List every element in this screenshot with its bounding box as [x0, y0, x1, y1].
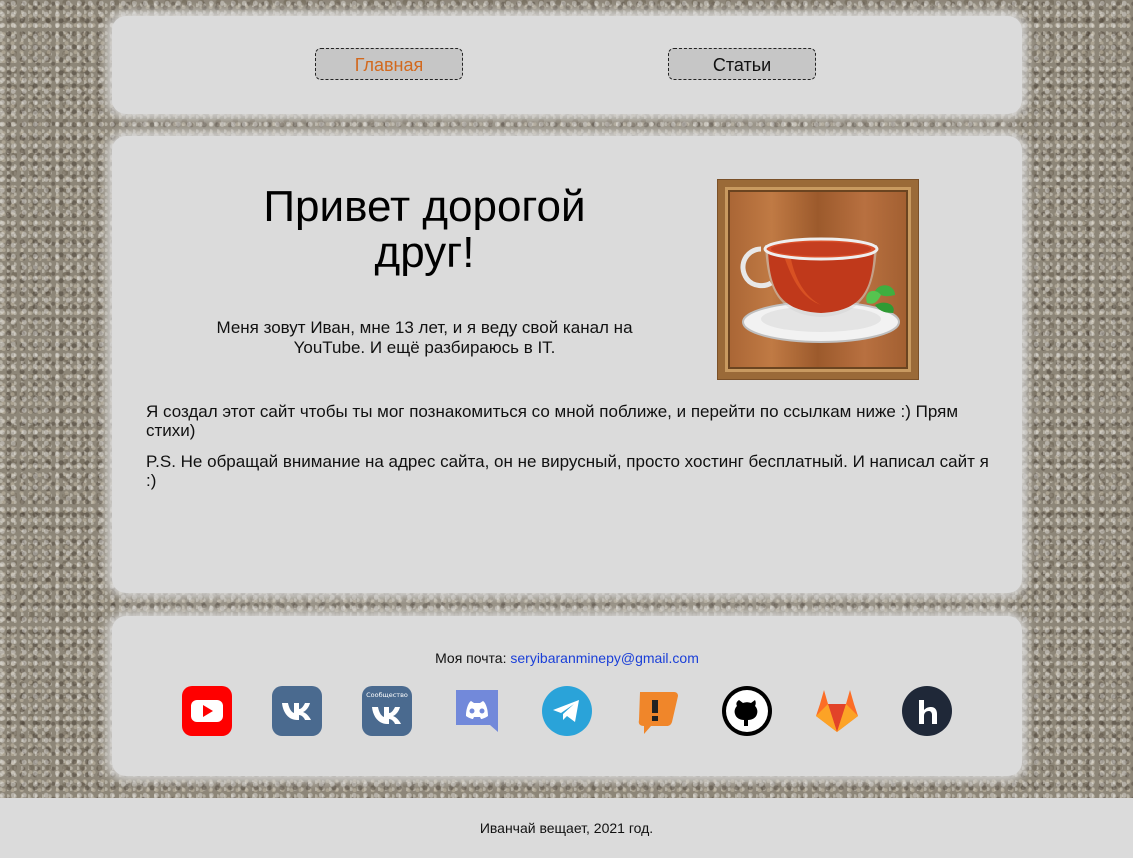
habr-icon[interactable]: [902, 686, 952, 736]
main-content-panel: Привет дорогой друг! Меня зовут Иван, мн…: [112, 136, 1022, 593]
vk-community-icon[interactable]: Сообщество: [362, 686, 412, 736]
contacts-panel: Моя почта: seryibaranminepy@gmail.com Со…: [112, 616, 1022, 776]
nav-home-button[interactable]: Главная: [315, 48, 463, 80]
vk-community-caption: Сообщество: [366, 691, 408, 699]
intro-text: Меня зовут Иван, мне 13 лет, и я веду св…: [216, 318, 633, 357]
email-line: Моя почта: seryibaranminepy@gmail.com: [112, 650, 1022, 666]
discord-icon[interactable]: [452, 686, 502, 736]
navigation-panel: Главная Статьи: [112, 16, 1022, 114]
vk-icon[interactable]: [272, 686, 322, 736]
boosty-icon[interactable]: [632, 686, 682, 736]
email-link[interactable]: seryibaranminepy@gmail.com: [510, 650, 699, 666]
gitlab-icon[interactable]: [812, 686, 862, 736]
footer: Иванчай вещает, 2021 год.: [0, 798, 1133, 858]
about-paragraph: Я создал этот сайт чтобы ты мог познаком…: [146, 402, 959, 440]
page-title: Привет дорогой друг!: [263, 182, 586, 277]
footer-text: Иванчай вещает, 2021 год.: [479, 820, 654, 836]
youtube-icon[interactable]: [182, 686, 232, 736]
tea-cup-picture: [718, 180, 918, 379]
github-icon[interactable]: [722, 686, 772, 736]
tea-cup-image: [740, 237, 900, 343]
nav-articles-button[interactable]: Статьи: [668, 48, 816, 80]
email-label: Моя почта:: [435, 650, 507, 666]
telegram-icon[interactable]: [542, 686, 592, 736]
ps-paragraph: P.S. Не обращай внимание на адрес сайта,…: [146, 452, 989, 490]
